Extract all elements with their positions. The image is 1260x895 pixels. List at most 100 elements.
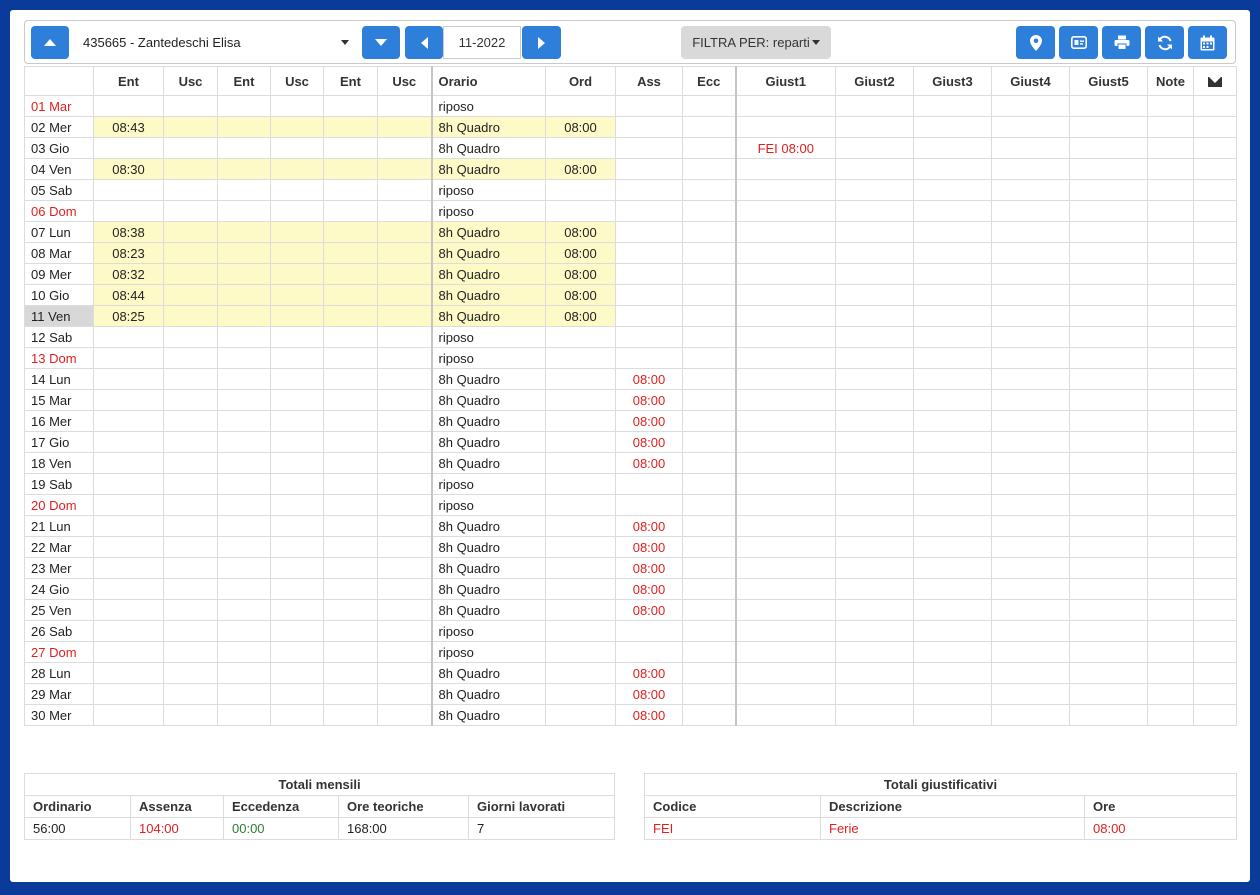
table-row[interactable]: 12 Sab riposo xyxy=(24,326,1237,348)
justification-4-cell[interactable] xyxy=(991,179,1070,201)
exit-1-cell[interactable] xyxy=(163,137,218,159)
day-cell[interactable]: 19 Sab xyxy=(24,473,94,495)
ordinary-hours-cell[interactable]: 08:00 xyxy=(545,158,616,180)
message-cell[interactable] xyxy=(1193,410,1237,432)
day-cell[interactable]: 05 Sab xyxy=(24,179,94,201)
justification-5-cell[interactable] xyxy=(1069,242,1148,264)
exit-3-cell[interactable] xyxy=(377,662,432,684)
justification-3-cell[interactable] xyxy=(913,221,992,243)
filter-dropdown-button[interactable]: FILTRA PER: reparti xyxy=(681,26,831,59)
entry-1-cell[interactable] xyxy=(93,683,164,705)
day-cell[interactable]: 18 Ven xyxy=(24,452,94,474)
ordinary-hours-cell[interactable] xyxy=(545,473,616,495)
exit-3-cell[interactable] xyxy=(377,326,432,348)
justification-2-cell[interactable] xyxy=(835,536,914,558)
ordinary-hours-cell[interactable] xyxy=(545,410,616,432)
entry-1-cell[interactable] xyxy=(93,641,164,663)
exit-1-cell[interactable] xyxy=(163,557,218,579)
justification-3-cell[interactable] xyxy=(913,305,992,327)
entry-1-cell[interactable] xyxy=(93,431,164,453)
exit-2-cell[interactable] xyxy=(270,221,324,243)
justification-4-cell[interactable] xyxy=(991,116,1070,138)
exit-2-cell[interactable] xyxy=(270,326,324,348)
message-cell[interactable] xyxy=(1193,557,1237,579)
ordinary-hours-cell[interactable] xyxy=(545,368,616,390)
justification-5-cell[interactable] xyxy=(1069,326,1148,348)
justification-3-cell[interactable] xyxy=(913,389,992,411)
justification-4-cell[interactable] xyxy=(991,431,1070,453)
justification-4-cell[interactable] xyxy=(991,599,1070,621)
exit-1-cell[interactable] xyxy=(163,242,218,264)
justification-2-cell[interactable] xyxy=(835,305,914,327)
entry-3-cell[interactable] xyxy=(323,137,378,159)
justification-5-cell[interactable] xyxy=(1069,536,1148,558)
entry-1-cell[interactable] xyxy=(93,662,164,684)
message-cell[interactable] xyxy=(1193,158,1237,180)
note-cell[interactable] xyxy=(1147,95,1194,117)
exit-1-cell[interactable] xyxy=(163,578,218,600)
message-cell[interactable] xyxy=(1193,179,1237,201)
entry-3-cell[interactable] xyxy=(323,95,378,117)
justification-1-cell[interactable] xyxy=(734,578,836,600)
justification-4-cell[interactable] xyxy=(991,536,1070,558)
note-cell[interactable] xyxy=(1147,431,1194,453)
justification-3-cell[interactable] xyxy=(913,641,992,663)
exit-2-cell[interactable] xyxy=(270,494,324,516)
absence-hours-cell[interactable]: 08:00 xyxy=(615,452,683,474)
justification-1-cell[interactable]: FEI 08:00 xyxy=(734,137,836,159)
entry-2-cell[interactable] xyxy=(217,578,271,600)
entry-1-cell[interactable] xyxy=(93,620,164,642)
justification-1-cell[interactable] xyxy=(734,557,836,579)
absence-hours-cell[interactable] xyxy=(615,473,683,495)
message-cell[interactable] xyxy=(1193,662,1237,684)
entry-2-cell[interactable] xyxy=(217,263,271,285)
table-row[interactable]: 16 Mer 8h Quadro 08:00 xyxy=(24,410,1237,432)
exit-2-cell[interactable] xyxy=(270,284,324,306)
absence-hours-cell[interactable]: 08:00 xyxy=(615,704,683,726)
table-row[interactable]: 07 Lun 08:38 8h Quadro 08:00 xyxy=(24,221,1237,243)
day-cell[interactable]: 29 Mar xyxy=(24,683,94,705)
table-row[interactable]: 17 Gio 8h Quadro 08:00 xyxy=(24,431,1237,453)
justification-5-cell[interactable] xyxy=(1069,431,1148,453)
entry-2-cell[interactable] xyxy=(217,242,271,264)
next-employee-button[interactable] xyxy=(362,26,400,59)
absence-hours-cell[interactable] xyxy=(615,179,683,201)
exit-1-cell[interactable] xyxy=(163,221,218,243)
absence-hours-cell[interactable] xyxy=(615,494,683,516)
justification-1-cell[interactable] xyxy=(734,473,836,495)
ordinary-hours-cell[interactable] xyxy=(545,179,616,201)
excess-hours-cell[interactable] xyxy=(682,95,736,117)
print-button[interactable] xyxy=(1102,26,1141,59)
entry-1-cell[interactable] xyxy=(93,410,164,432)
exit-3-cell[interactable] xyxy=(377,431,432,453)
schedule-cell[interactable]: 8h Quadro xyxy=(430,704,546,726)
justification-5-cell[interactable] xyxy=(1069,368,1148,390)
day-cell[interactable]: 30 Mer xyxy=(24,704,94,726)
exit-2-cell[interactable] xyxy=(270,347,324,369)
justification-5-cell[interactable] xyxy=(1069,95,1148,117)
day-cell[interactable]: 04 Ven xyxy=(24,158,94,180)
justification-5-cell[interactable] xyxy=(1069,515,1148,537)
excess-hours-cell[interactable] xyxy=(682,641,736,663)
exit-3-cell[interactable] xyxy=(377,179,432,201)
schedule-cell[interactable]: 8h Quadro xyxy=(430,431,546,453)
entry-2-cell[interactable] xyxy=(217,221,271,243)
entry-2-cell[interactable] xyxy=(217,599,271,621)
day-cell[interactable]: 02 Mer xyxy=(24,116,94,138)
schedule-cell[interactable]: riposo xyxy=(430,494,546,516)
entry-1-cell[interactable] xyxy=(93,473,164,495)
ordinary-hours-cell[interactable] xyxy=(545,200,616,222)
map-pin-button[interactable] xyxy=(1016,26,1055,59)
exit-1-cell[interactable] xyxy=(163,641,218,663)
justification-5-cell[interactable] xyxy=(1069,578,1148,600)
col-header-message[interactable] xyxy=(1193,66,1237,96)
justification-2-cell[interactable] xyxy=(835,95,914,117)
schedule-cell[interactable]: 8h Quadro xyxy=(430,242,546,264)
note-cell[interactable] xyxy=(1147,221,1194,243)
exit-3-cell[interactable] xyxy=(377,683,432,705)
note-cell[interactable] xyxy=(1147,452,1194,474)
ordinary-hours-cell[interactable]: 08:00 xyxy=(545,221,616,243)
justification-3-cell[interactable] xyxy=(913,326,992,348)
entry-2-cell[interactable] xyxy=(217,473,271,495)
justification-1-cell[interactable] xyxy=(734,494,836,516)
